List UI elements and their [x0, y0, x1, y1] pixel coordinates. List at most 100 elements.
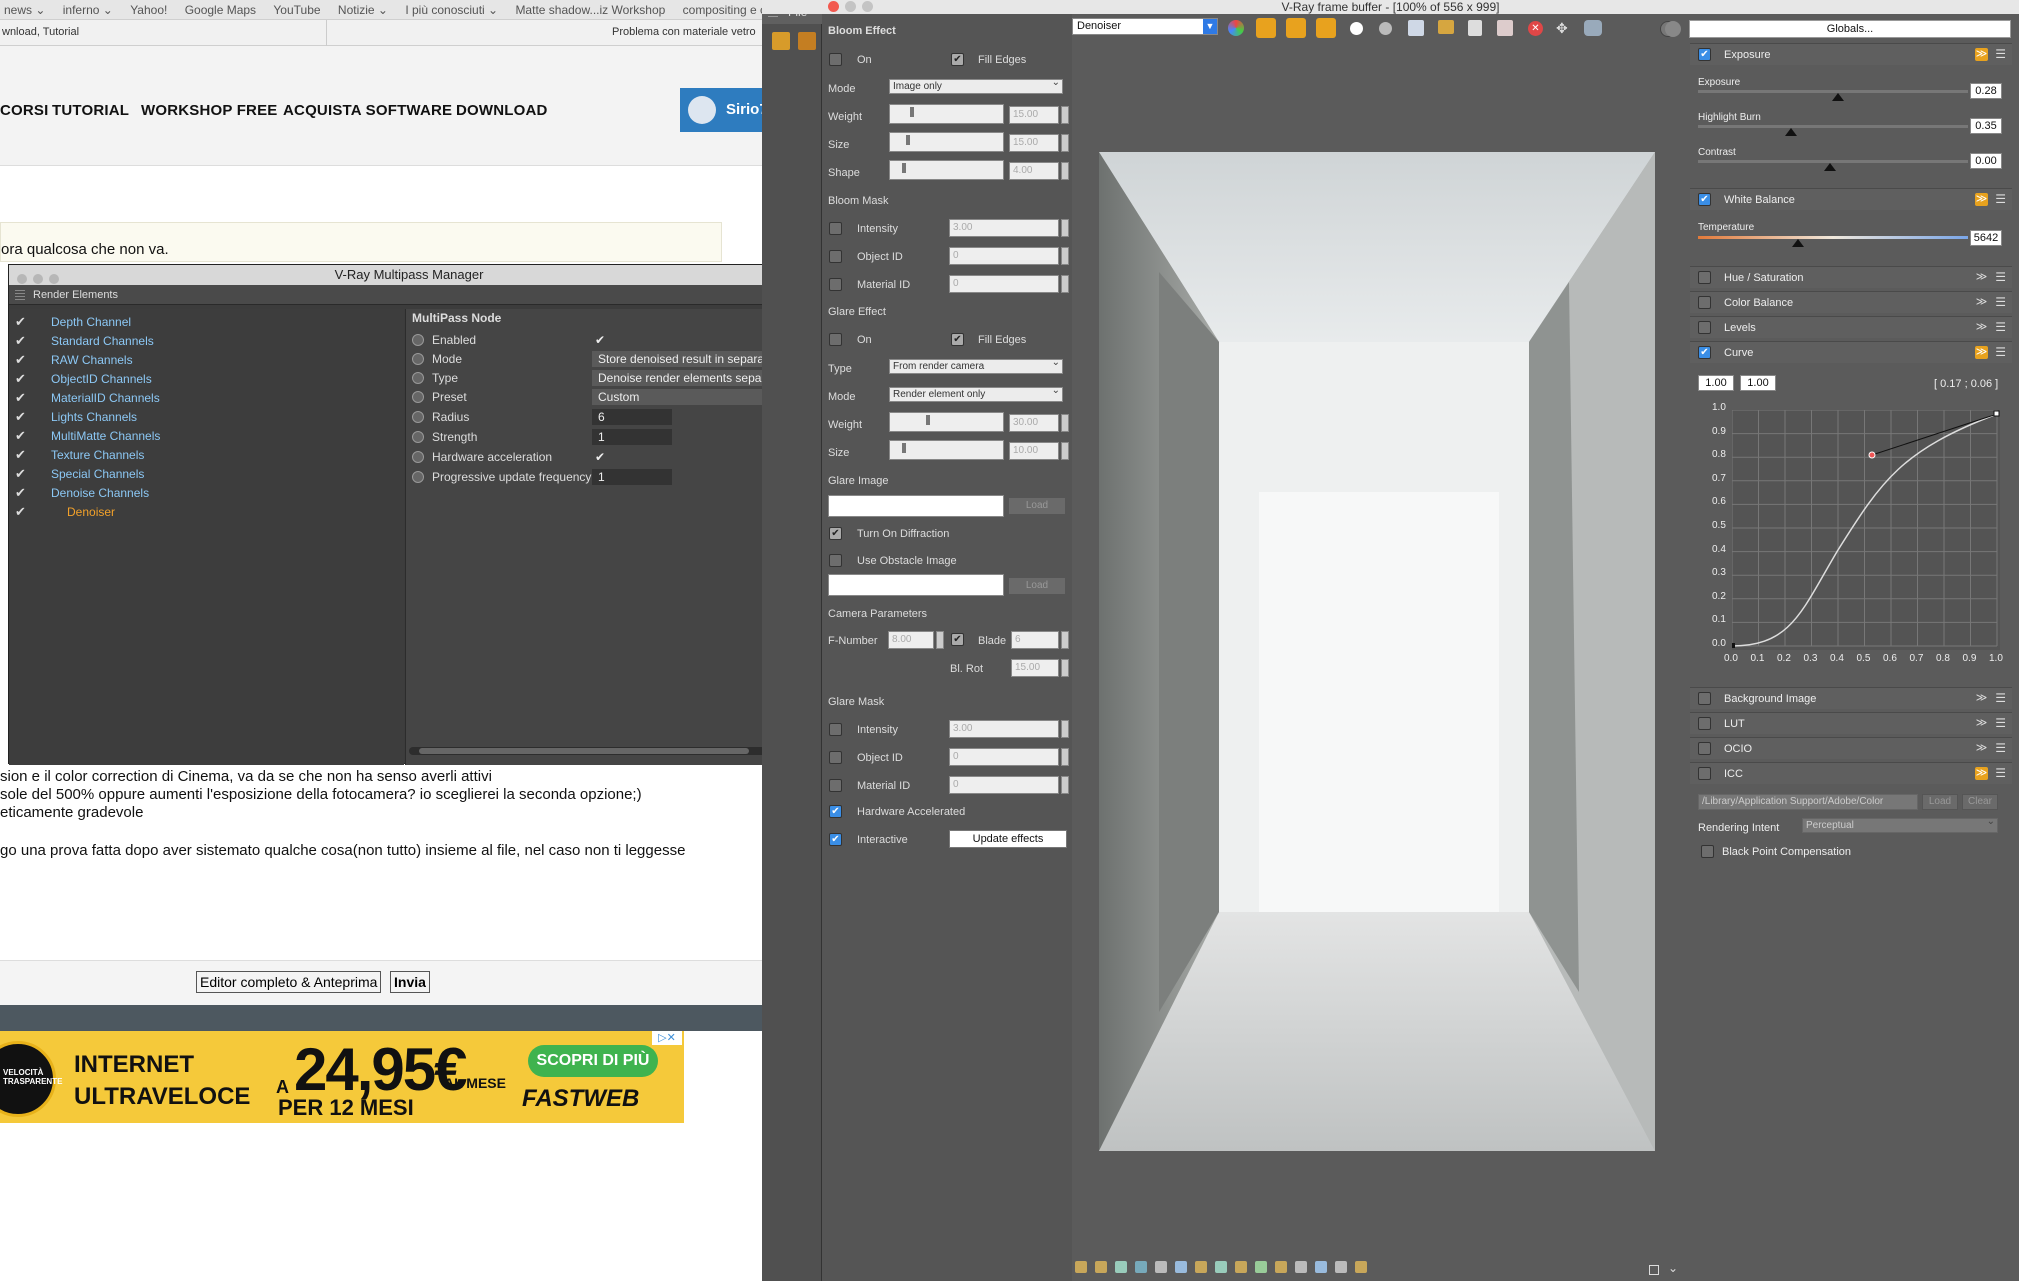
hue-saturation-section[interactable]: Hue / Saturation ≫ ☰ — [1690, 266, 2012, 288]
curve-output-field[interactable]: 1.00 — [1740, 375, 1776, 391]
background-image-checkbox[interactable] — [1698, 692, 1711, 705]
radio-icon[interactable] — [412, 334, 424, 346]
expand-icon[interactable]: ≫ — [1975, 692, 1988, 705]
curve-editor[interactable] — [1730, 409, 2000, 650]
hue-saturation-checkbox[interactable] — [1698, 271, 1711, 284]
glare-matid-checkbox[interactable] — [829, 779, 842, 792]
check-icon[interactable]: ✔ — [15, 372, 29, 386]
glare-mode-dropdown[interactable]: Render element only — [889, 384, 1063, 402]
glare-objid-checkbox[interactable] — [829, 751, 842, 764]
spinner[interactable] — [1061, 106, 1069, 124]
check-icon[interactable]: ✔ — [15, 315, 29, 329]
curve-point[interactable] — [1868, 451, 1876, 459]
nav-download[interactable]: DOWNLOAD — [456, 102, 548, 119]
glare-size-field[interactable]: 10.00 — [1009, 442, 1059, 460]
green-channel-icon[interactable] — [1286, 18, 1306, 38]
slider-thumb[interactable] — [902, 163, 906, 173]
chevron-down-icon[interactable]: ⌄ — [1668, 1261, 1678, 1275]
bpc-checkbox[interactable] — [1701, 845, 1714, 858]
obstacle-load-button[interactable]: Load — [1008, 577, 1066, 595]
track-mouse-icon[interactable] — [1497, 20, 1513, 36]
bloom-mode-dropdown[interactable]: Image only — [889, 76, 1063, 94]
ad-banner[interactable]: VELOCITÀ TRASPARENTE INTERNET ULTRAVELOC… — [0, 1031, 684, 1123]
radio-icon[interactable] — [412, 451, 424, 463]
radio-icon[interactable] — [412, 411, 424, 423]
update-effects-button[interactable]: Update effects — [949, 830, 1067, 848]
status-icon[interactable] — [1355, 1261, 1367, 1273]
tree-row-depth[interactable]: ✔ Depth Channel — [9, 313, 404, 332]
diffraction-checkbox[interactable]: ✔ — [829, 527, 842, 540]
spinner[interactable] — [1061, 659, 1069, 677]
interactive-checkbox[interactable]: ✔ — [829, 833, 842, 846]
status-icon[interactable] — [1175, 1261, 1187, 1273]
levels-checkbox[interactable] — [1698, 321, 1711, 334]
glare-matid-field[interactable]: 0 — [949, 776, 1059, 794]
curve-input-field[interactable]: 1.00 — [1698, 375, 1734, 391]
status-icon[interactable] — [1135, 1261, 1147, 1273]
prop-enabled[interactable]: Enabled ✔ — [412, 331, 802, 349]
bloom-matid-field[interactable]: 0 — [949, 275, 1059, 293]
levels-section[interactable]: Levels ≫ ☰ — [1690, 316, 2012, 338]
render-teapot-icon[interactable] — [1584, 20, 1602, 36]
glare-weight-slider[interactable] — [889, 412, 1004, 432]
icc-load-button[interactable]: Load — [1922, 794, 1958, 810]
bookmark-compositing[interactable]: compositing e color — [683, 0, 762, 20]
spinner[interactable] — [1061, 134, 1069, 152]
status-icon[interactable] — [1215, 1261, 1227, 1273]
bookmark-piu-conosciuti[interactable]: I più conosciuti ⌄ — [405, 0, 498, 20]
check-icon[interactable]: ✔ — [15, 448, 29, 462]
prop-radius[interactable]: Radius 6 — [412, 408, 802, 426]
bloom-intensity-field[interactable]: 3.00 — [949, 219, 1059, 237]
rgb-channels-icon[interactable] — [1228, 20, 1244, 36]
highlight-burn-thumb[interactable] — [1785, 128, 1797, 136]
zoom-dot[interactable] — [862, 1, 873, 12]
bookmark-inferno[interactable]: inferno ⌄ — [63, 0, 113, 20]
glare-image-load-button[interactable]: Load — [1008, 497, 1066, 515]
bookmark-google-maps[interactable]: Google Maps — [185, 0, 256, 20]
menu-icon[interactable]: ☰ — [1995, 716, 2006, 730]
prop-preset[interactable]: Preset Custom — [412, 388, 808, 406]
tree-row-special[interactable]: ✔ Special Channels — [9, 465, 404, 484]
menu-icon[interactable]: ☰ — [1995, 320, 2006, 334]
menu-icon[interactable]: ☰ — [1995, 270, 2006, 284]
status-icon[interactable] — [1155, 1261, 1167, 1273]
status-icon[interactable] — [1315, 1261, 1327, 1273]
fnumber-field[interactable]: 8.00 — [888, 631, 934, 649]
copy-icon[interactable] — [1468, 20, 1482, 36]
status-icon[interactable] — [1335, 1261, 1347, 1273]
tree-row-denoiser[interactable]: ✔ Denoiser — [9, 503, 404, 522]
color-balance-checkbox[interactable] — [1698, 296, 1711, 309]
glare-weight-field[interactable]: 30.00 — [1009, 414, 1059, 432]
icc-clear-button[interactable]: Clear — [1962, 794, 1998, 810]
status-icon[interactable] — [1255, 1261, 1267, 1273]
lut-checkbox[interactable] — [1698, 717, 1711, 730]
prop-hw-accel[interactable]: Hardware acceleration ✔ — [412, 448, 802, 466]
prop-value[interactable]: 1 — [592, 429, 672, 445]
tab-left[interactable]: wnload, Tutorial — [2, 26, 79, 38]
check-icon[interactable]: ✔ — [15, 334, 29, 348]
ocio-checkbox[interactable] — [1698, 742, 1711, 755]
open-folder-icon[interactable] — [772, 32, 790, 50]
hw-accel-checkbox[interactable]: ✔ — [829, 805, 842, 818]
exposure-thumb[interactable] — [1832, 93, 1844, 101]
expand-icon[interactable]: ≫ — [1975, 346, 1988, 359]
slider-thumb[interactable] — [902, 443, 906, 453]
menu-icon[interactable]: ☰ — [1995, 192, 2006, 206]
expand-icon[interactable]: ≫ — [1975, 296, 1988, 309]
menu-icon[interactable]: ☰ — [1995, 47, 2006, 61]
expand-icon[interactable]: ≫ — [1975, 717, 1988, 730]
status-icon[interactable] — [1195, 1261, 1207, 1273]
prop-type[interactable]: Type Denoise render elements separately — [412, 369, 808, 387]
status-icon[interactable] — [1235, 1261, 1247, 1273]
menu-icon[interactable]: ☰ — [1995, 691, 2006, 705]
bloom-fill-edges-checkbox[interactable]: ✔ — [951, 53, 964, 66]
bloom-intensity-checkbox[interactable] — [829, 222, 842, 235]
nav-corsi[interactable]: CORSI — [0, 102, 49, 119]
status-icon[interactable] — [1275, 1261, 1287, 1273]
expand-icon[interactable]: ≫ — [1975, 767, 1988, 780]
red-channel-icon[interactable] — [1256, 18, 1276, 38]
tree-row-texture[interactable]: ✔ Texture Channels — [9, 446, 404, 465]
status-icon[interactable] — [1095, 1261, 1107, 1273]
user-chip[interactable]: Sirio7 — [680, 88, 762, 132]
check-icon[interactable]: ✔ — [15, 505, 29, 519]
